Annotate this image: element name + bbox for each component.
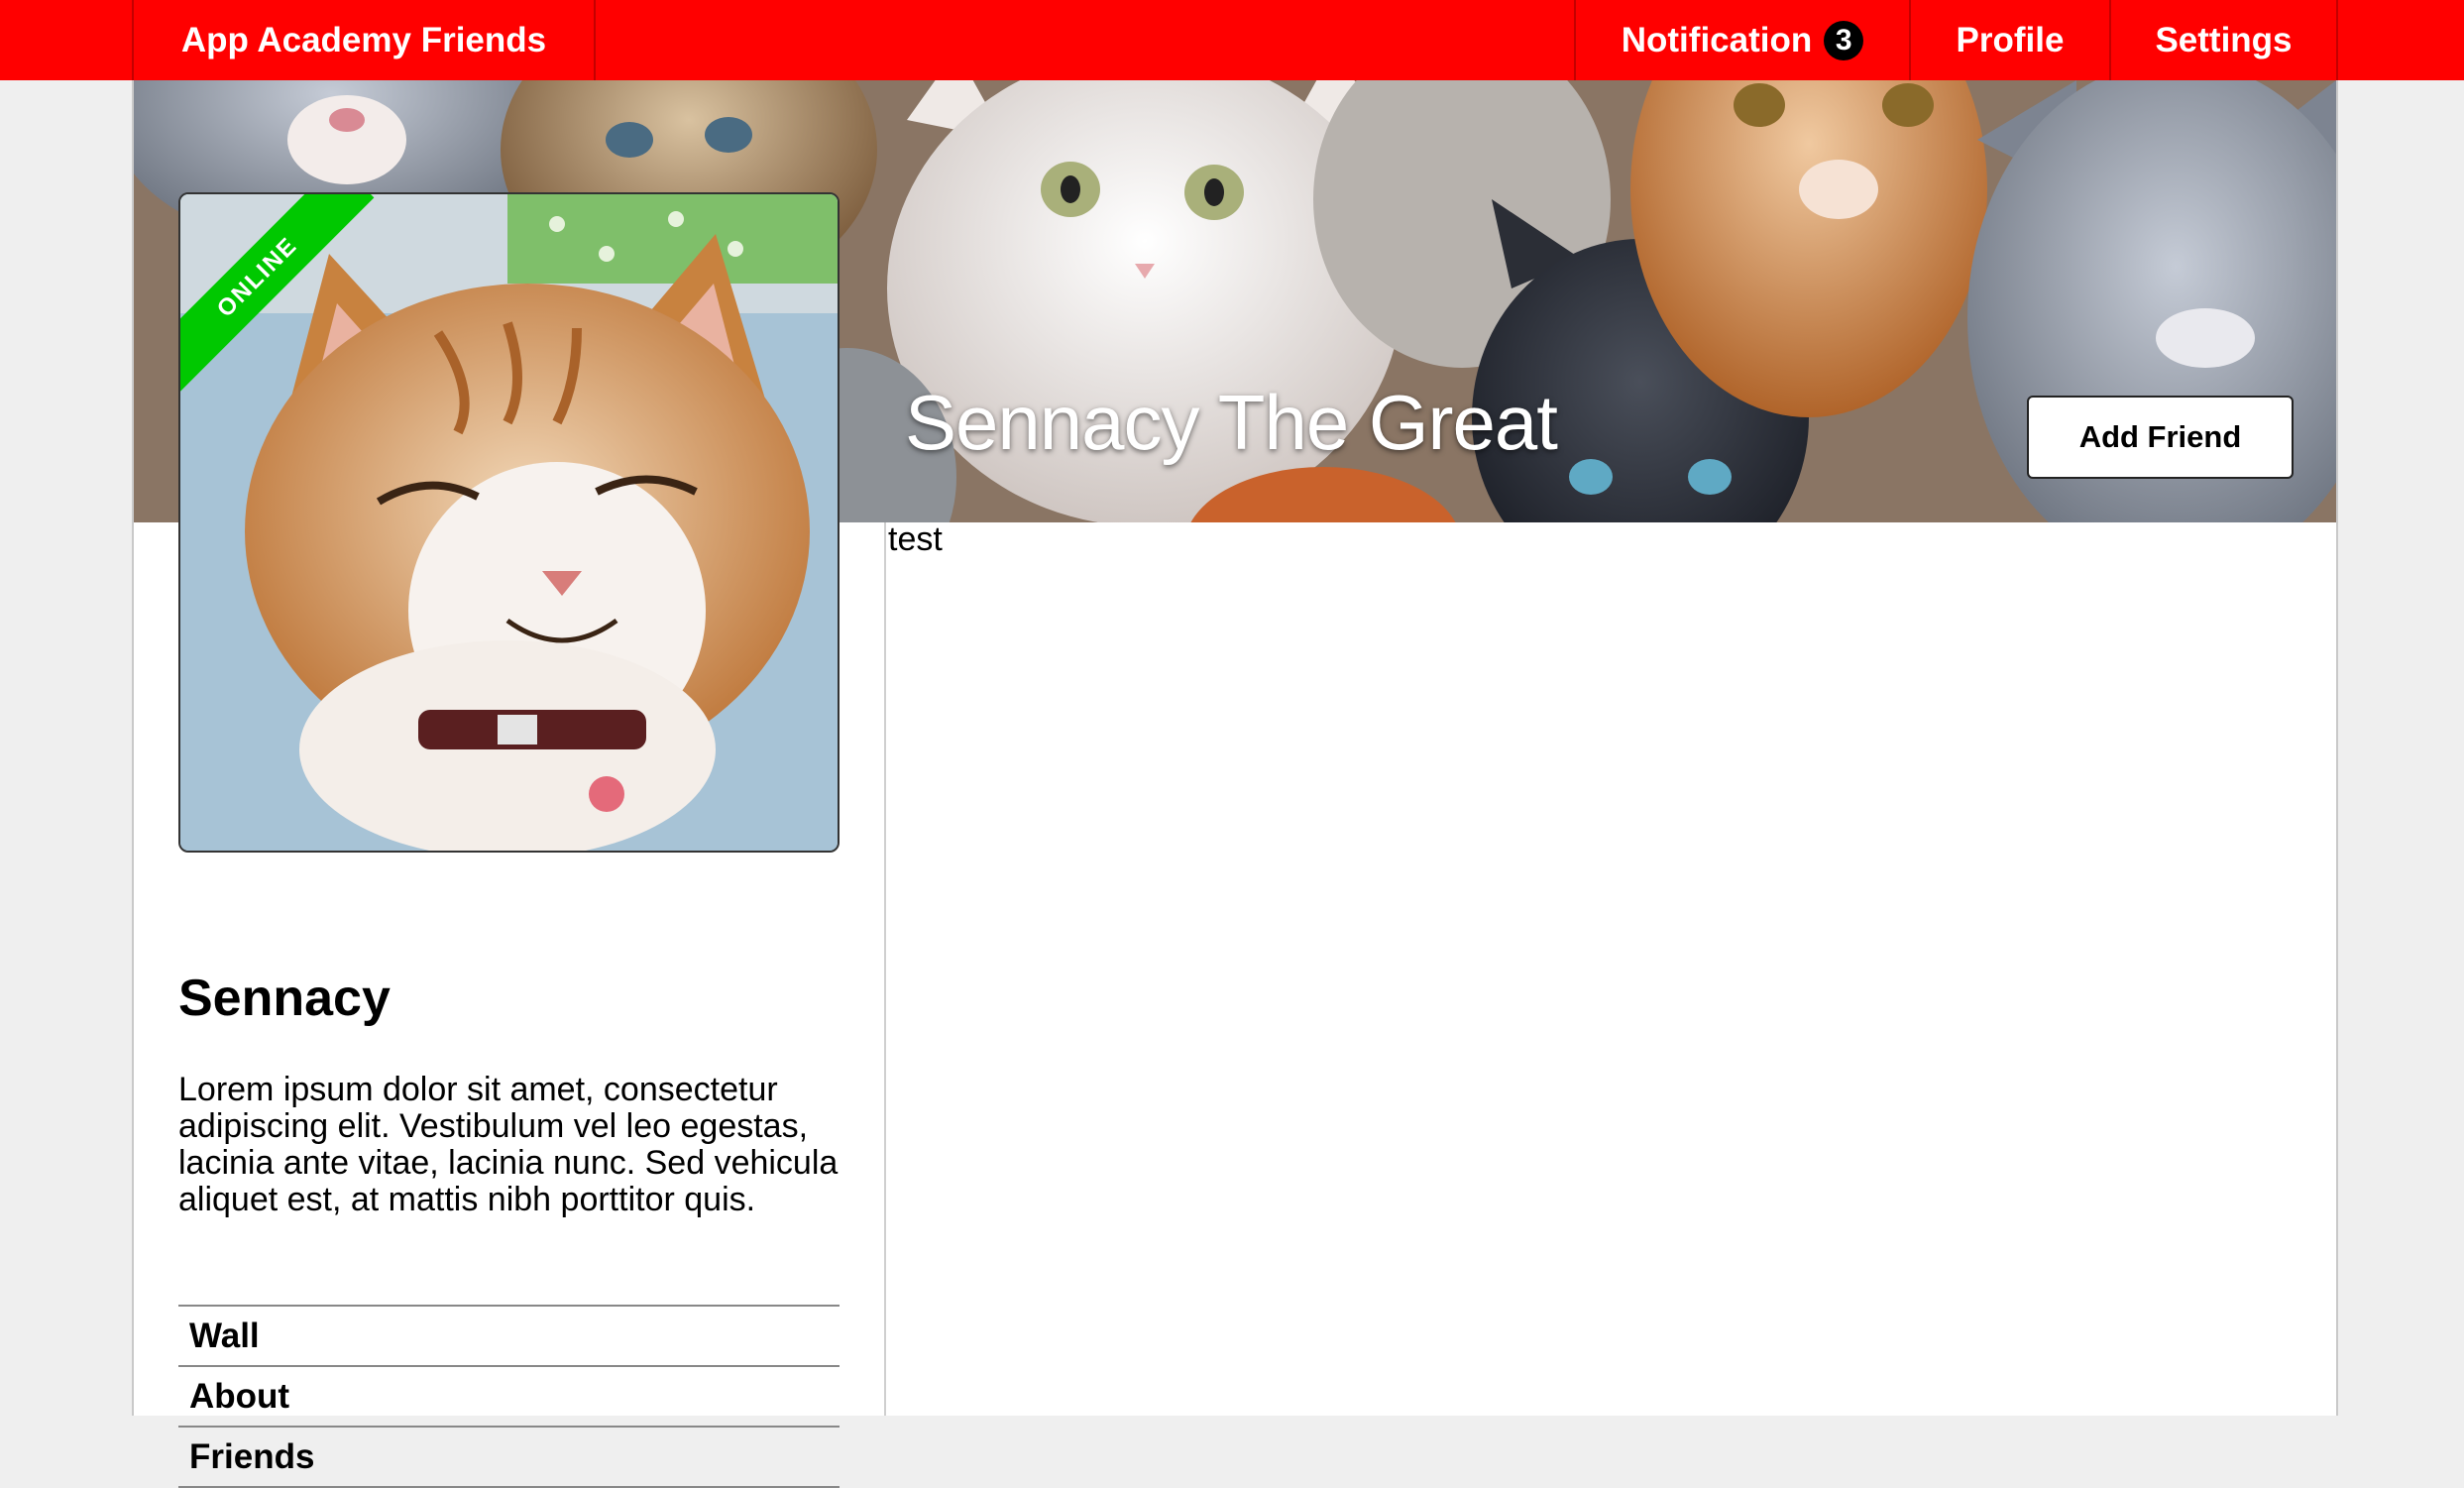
brand-label: App Academy Friends — [180, 20, 547, 59]
profile-bio: Lorem ipsum dolor sit amet, consectetur … — [178, 1071, 839, 1218]
menu-item-friends[interactable]: Friends — [178, 1428, 840, 1488]
menu-item-label: About — [189, 1376, 290, 1416]
main-content-text: test — [888, 520, 943, 558]
notification-link[interactable]: Notification 3 — [1574, 0, 1911, 80]
top-navbar: App Academy Friends Notification 3 Profi… — [0, 0, 2464, 80]
profile-name: Sennacy — [178, 970, 391, 1027]
menu-item-label: Friends — [189, 1436, 315, 1476]
settings-label: Settings — [2155, 20, 2293, 59]
add-friend-button[interactable]: Add Friend — [2027, 396, 2294, 479]
column-divider — [884, 522, 886, 1416]
profile-page: Sennacy The Great Add Friend ONLINE Senn… — [132, 80, 2338, 1488]
profile-label: Profile — [1956, 20, 2065, 59]
menu-item-wall[interactable]: Wall — [178, 1307, 840, 1367]
profile-link[interactable]: Profile — [1909, 0, 2111, 80]
online-ribbon: ONLINE — [180, 194, 379, 393]
online-status-label: ONLINE — [180, 194, 375, 393]
brand-link[interactable]: App Academy Friends — [132, 0, 596, 80]
notification-label: Notification — [1621, 20, 1813, 59]
cover-title: Sennacy The Great — [905, 379, 1558, 466]
menu-item-about[interactable]: About — [178, 1367, 840, 1428]
menu-item-label: Wall — [189, 1316, 260, 1355]
notification-count-badge: 3 — [1824, 20, 1864, 60]
profile-menu: Wall About Friends — [178, 1305, 840, 1488]
settings-link[interactable]: Settings — [2109, 0, 2338, 80]
profile-picture: ONLINE — [178, 192, 840, 853]
